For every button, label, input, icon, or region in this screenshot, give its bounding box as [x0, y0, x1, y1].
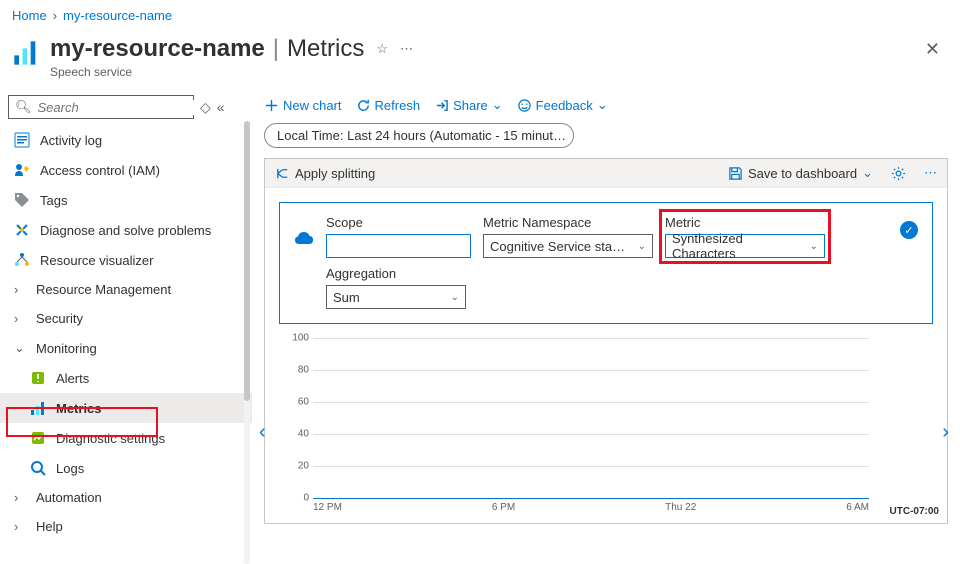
- page-header: my-resource-name | Metrics ☆ ⋯ Speech se…: [0, 31, 960, 91]
- chart-plot: 020406080100: [313, 338, 869, 498]
- resource-visualizer-icon: [14, 252, 30, 268]
- iam-icon: [14, 162, 30, 178]
- tags-icon: [14, 192, 30, 208]
- scrollbar-track[interactable]: [244, 121, 250, 564]
- aggregation-select[interactable]: Sum⌄: [326, 285, 466, 309]
- sidebar-item-logs[interactable]: Logs: [0, 453, 252, 483]
- metric-select[interactable]: Synthesized Characters⌄: [665, 234, 825, 258]
- sidebar-item-resource-visualizer[interactable]: Resource visualizer: [0, 245, 252, 275]
- pin-icon[interactable]: ◇: [200, 99, 211, 116]
- chevron-right-icon: ›: [14, 490, 26, 505]
- sidebar-item-diagnose[interactable]: Diagnose and solve problems: [0, 215, 252, 245]
- scope-select[interactable]: [326, 234, 471, 258]
- alerts-icon: [30, 370, 46, 386]
- more-icon[interactable]: ⋯: [400, 41, 413, 57]
- sidebar-item-security[interactable]: › Security: [0, 304, 252, 333]
- main-content: New chart Refresh Share ⌄ Feedback ⌄ Loc…: [252, 91, 960, 564]
- chevron-down-icon: ⌄: [597, 97, 608, 113]
- search-input-wrapper[interactable]: 🔍︎: [8, 95, 194, 119]
- breadcrumb-home[interactable]: Home: [12, 8, 47, 23]
- sidebar: 🔍︎ ◇ « Activity log Access control (IAM)…: [0, 91, 252, 564]
- time-range-picker[interactable]: Local Time: Last 24 hours (Automatic - 1…: [264, 123, 574, 148]
- timezone-label: UTC-07:00: [890, 506, 939, 517]
- logs-icon: [30, 460, 46, 476]
- search-input[interactable]: [38, 100, 216, 115]
- metrics-icon: [12, 35, 50, 70]
- chevron-down-icon: ⌄: [14, 340, 26, 356]
- toolbar: New chart Refresh Share ⌄ Feedback ⌄: [264, 91, 948, 119]
- cloud-icon: [294, 231, 314, 248]
- search-icon: 🔍︎: [15, 99, 32, 115]
- chevron-right-icon: ›: [14, 519, 26, 534]
- sidebar-item-alerts[interactable]: Alerts: [0, 363, 252, 393]
- chart-card: Apply splitting Save to dashboard ⌄ ⋯: [264, 158, 948, 524]
- activity-log-icon: [14, 132, 30, 148]
- page-subtitle: Speech service: [50, 65, 413, 79]
- favorite-icon[interactable]: ☆: [376, 41, 388, 57]
- sidebar-item-help[interactable]: › Help: [0, 512, 252, 541]
- sidebar-item-iam[interactable]: Access control (IAM): [0, 155, 252, 185]
- scope-label: Scope: [326, 215, 471, 230]
- chart-toolbar: Apply splitting Save to dashboard ⌄ ⋯: [265, 159, 947, 188]
- metric-namespace-select[interactable]: Cognitive Service sta…⌄: [483, 234, 653, 258]
- diagnose-icon: [14, 222, 30, 238]
- sidebar-item-activity-log[interactable]: Activity log: [0, 125, 252, 155]
- save-to-dashboard-button[interactable]: Save to dashboard ⌄: [728, 165, 873, 181]
- chevron-right-icon: ›: [53, 8, 57, 23]
- metric-config-panel: Scope Metric Namespace Cognitive Service…: [279, 202, 933, 324]
- chart-prev-button[interactable]: ‹: [259, 421, 266, 444]
- new-chart-button[interactable]: New chart: [264, 98, 342, 113]
- chevron-down-icon: ⌄: [451, 292, 459, 303]
- share-button[interactable]: Share ⌄: [434, 97, 503, 113]
- page-title: my-resource-name: [50, 35, 265, 63]
- sidebar-item-resource-management[interactable]: › Resource Management: [0, 275, 252, 304]
- scrollbar-thumb[interactable]: [244, 121, 250, 401]
- metric-label: Metric: [665, 215, 825, 230]
- page-section: Metrics: [287, 35, 364, 63]
- breadcrumb: Home › my-resource-name: [0, 0, 960, 31]
- chart-x-axis: 12 PM6 PMThu 226 AM: [313, 502, 869, 513]
- apply-splitting-button[interactable]: Apply splitting: [275, 166, 375, 181]
- chevron-right-icon: ›: [14, 282, 26, 297]
- feedback-button[interactable]: Feedback ⌄: [517, 97, 608, 113]
- chevron-down-icon: ⌄: [810, 241, 818, 252]
- settings-icon[interactable]: [891, 166, 906, 181]
- sidebar-item-monitoring[interactable]: ⌄ Monitoring: [0, 333, 252, 363]
- metric-namespace-label: Metric Namespace: [483, 215, 653, 230]
- chevron-down-icon: ⌄: [638, 241, 646, 252]
- sidebar-item-automation[interactable]: › Automation: [0, 483, 252, 512]
- aggregation-label: Aggregation: [326, 266, 825, 281]
- chevron-down-icon: ⌄: [492, 97, 503, 113]
- breadcrumb-resource[interactable]: my-resource-name: [63, 8, 172, 23]
- check-icon: ✓: [900, 221, 918, 239]
- chart-next-button[interactable]: ›: [942, 421, 949, 444]
- close-icon[interactable]: ✕: [917, 35, 948, 64]
- chart-area: ‹ › 020406080100 12 PM6 PMThu 226 AM UTC…: [265, 338, 947, 523]
- more-icon[interactable]: ⋯: [924, 165, 937, 181]
- highlight-annotation: Metric Synthesized Characters⌄: [659, 209, 831, 264]
- highlight-annotation: [6, 407, 158, 437]
- sidebar-item-tags[interactable]: Tags: [0, 185, 252, 215]
- chevron-right-icon: ›: [14, 311, 26, 326]
- collapse-icon[interactable]: «: [217, 99, 225, 115]
- chevron-down-icon: ⌄: [862, 165, 873, 181]
- refresh-button[interactable]: Refresh: [356, 98, 421, 113]
